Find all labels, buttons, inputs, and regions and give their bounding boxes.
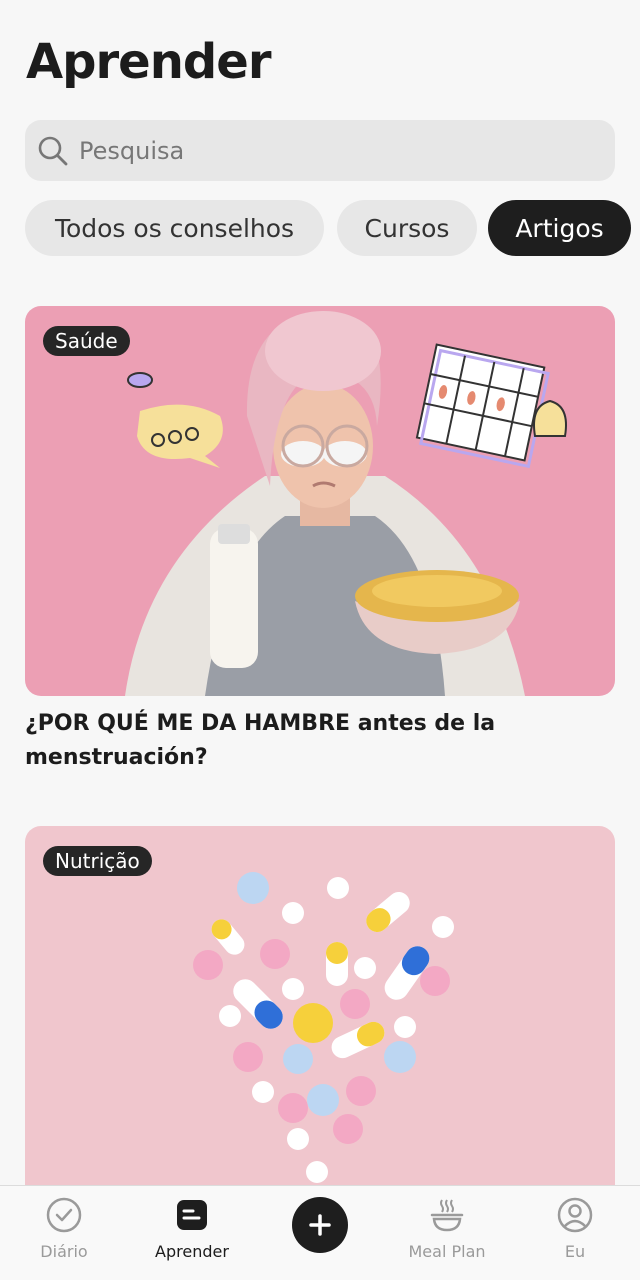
article-card[interactable]: Nutrição — [25, 826, 615, 1185]
tab-aprender[interactable]: Aprender — [128, 1196, 256, 1261]
search-bar[interactable] — [25, 120, 615, 181]
tab-diario[interactable]: Diário — [0, 1196, 128, 1261]
article-image: Nutrição — [25, 826, 615, 1185]
search-icon — [38, 136, 68, 165]
filter-chip-label: Cursos — [364, 213, 450, 243]
filter-chip-label: Artigos — [515, 213, 604, 243]
filter-chip-cursos[interactable]: Cursos — [337, 200, 477, 256]
add-button[interactable] — [292, 1197, 348, 1253]
category-badge: Saúde — [43, 326, 130, 356]
tab-label: Aprender — [155, 1242, 229, 1261]
check-circle-icon — [46, 1197, 82, 1233]
woman-illustration — [125, 311, 567, 696]
document-icon — [177, 1200, 207, 1230]
filter-chip-label: Todos os conselhos — [54, 213, 295, 243]
tab-label: Diário — [40, 1242, 88, 1261]
page-title: Aprender — [26, 34, 271, 90]
article-card[interactable]: Saúde — [25, 306, 615, 696]
bottom-tab-bar: Diário Aprender Meal Plan Eu — [0, 1185, 640, 1280]
bowl-icon — [430, 1199, 464, 1232]
pills-illustration — [193, 872, 454, 1183]
tab-eu[interactable]: Eu — [511, 1196, 639, 1261]
tab-meal-plan[interactable]: Meal Plan — [383, 1196, 511, 1261]
plus-icon — [309, 1214, 331, 1236]
filter-chip-artigos[interactable]: Artigos — [488, 200, 631, 256]
search-input[interactable] — [79, 136, 579, 165]
category-badge: Nutrição — [43, 846, 152, 876]
tab-label: Meal Plan — [408, 1242, 486, 1261]
tab-label: Eu — [564, 1242, 586, 1261]
profile-icon — [557, 1197, 593, 1233]
article-title[interactable]: ¿POR QUÉ ME DA HAMBRE antes de la menstr… — [25, 707, 605, 775]
filter-chip-todos[interactable]: Todos os conselhos — [25, 200, 324, 256]
article-image: Saúde — [25, 306, 615, 696]
filter-chips: Todos os conselhos Cursos Artigos — [25, 200, 640, 256]
